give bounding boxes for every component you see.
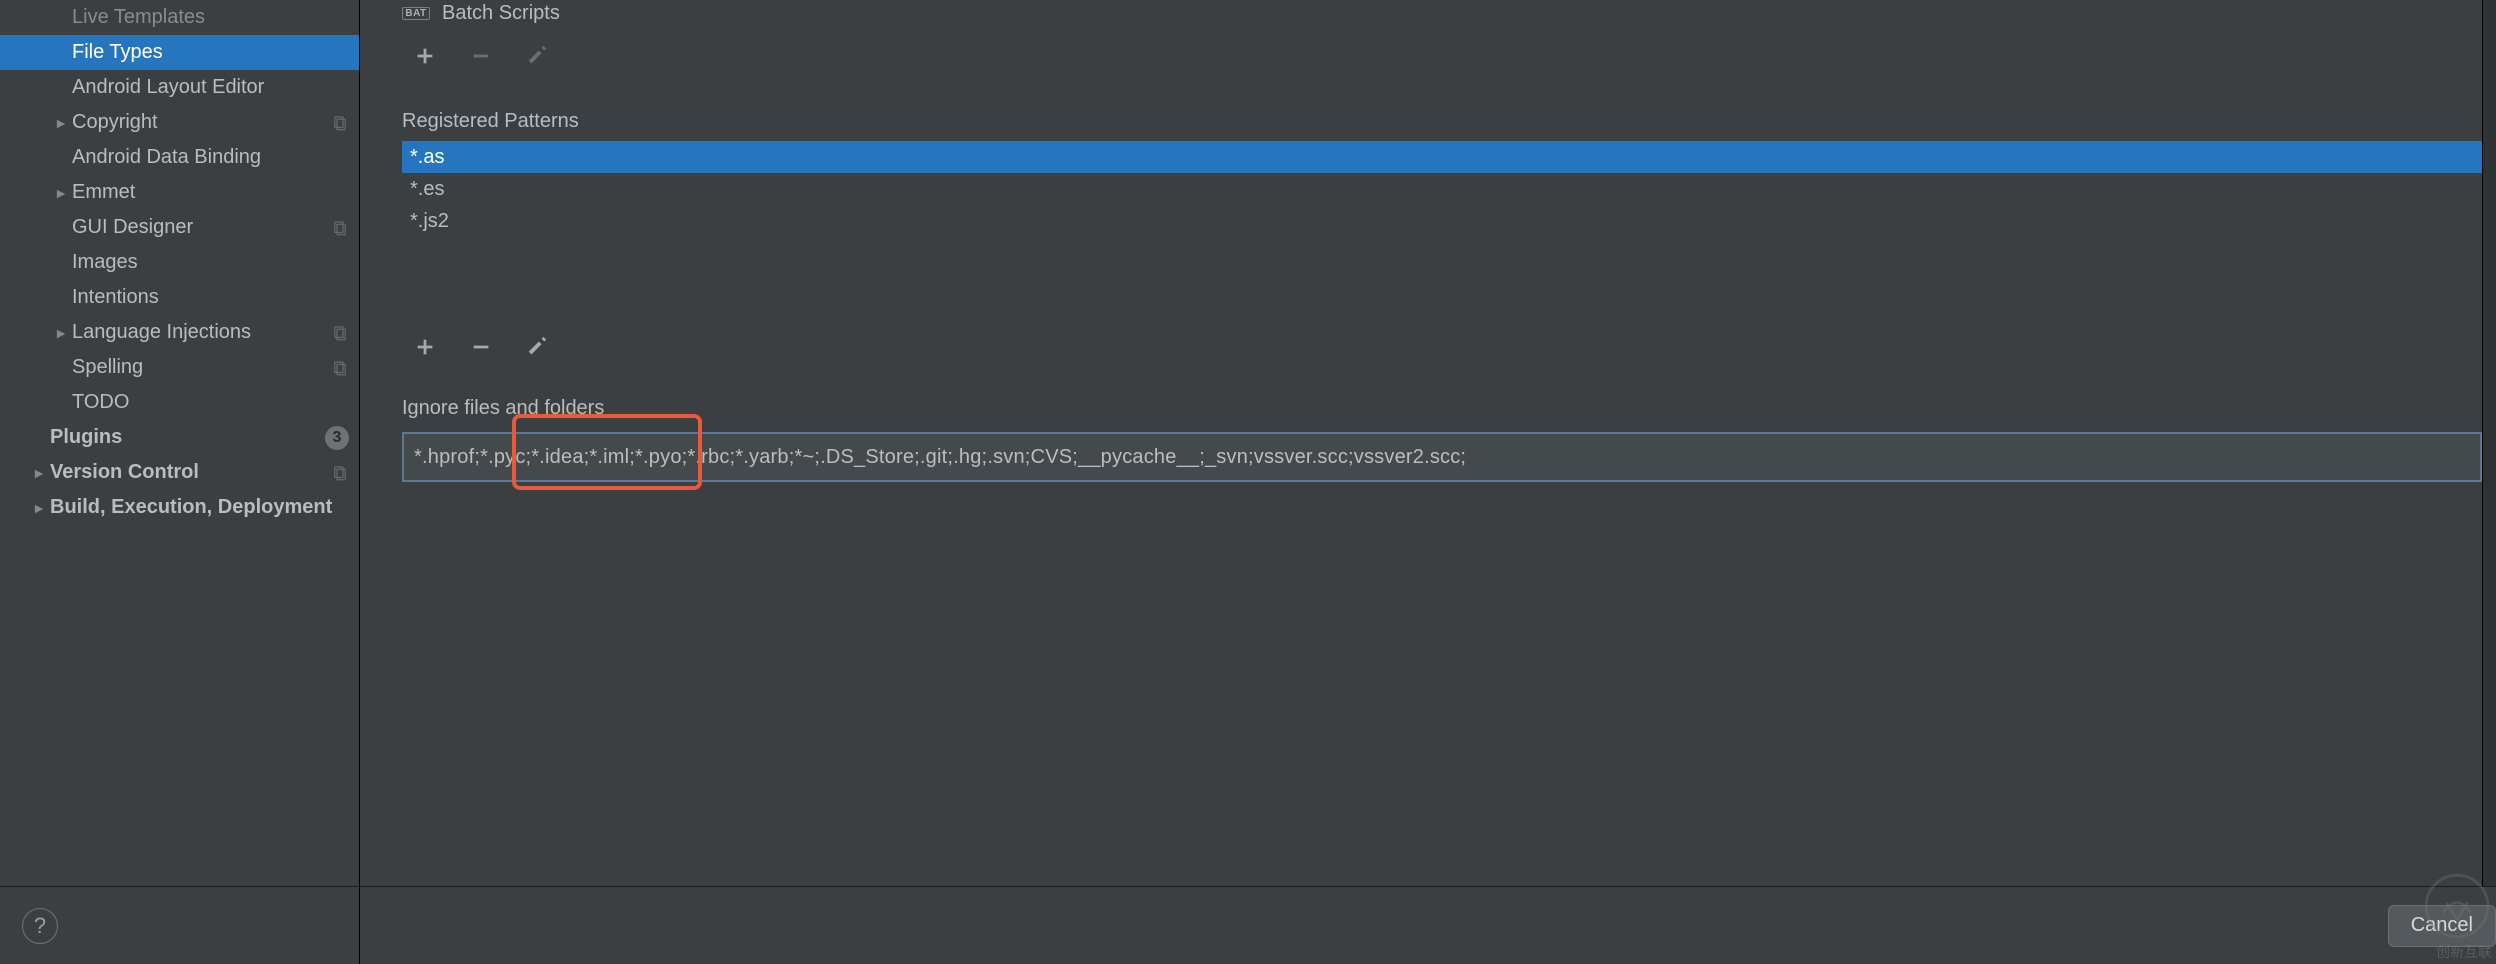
sidebar-item-label: Android Data Binding [72, 146, 349, 169]
project-scope-icon [331, 324, 349, 342]
ignore-files-label: Ignore files and folders [402, 397, 2482, 420]
sidebar-item-language-injections[interactable]: ► Language Injections [0, 315, 359, 350]
dialog-footer: Cancel [360, 886, 2496, 964]
sidebar-item-label: Version Control [50, 461, 325, 484]
add-file-type-button[interactable] [408, 39, 442, 73]
project-scope-icon [331, 114, 349, 132]
patterns-toolbar [402, 321, 2482, 373]
ignore-input-container [402, 432, 2482, 482]
sidebar-item-label: Android Layout Editor [72, 76, 349, 99]
recognized-file-type-row[interactable]: BAT Batch Scripts [402, 0, 2482, 30]
chevron-right-icon: ► [50, 325, 72, 341]
sidebar-item-version-control[interactable]: ► Version Control [0, 455, 359, 490]
add-pattern-button[interactable] [408, 330, 442, 364]
sidebar-item-spelling[interactable]: Spelling [0, 350, 359, 385]
sidebar-item-file-types[interactable]: File Types [0, 35, 359, 70]
sidebar-item-label: Build, Execution, Deployment [50, 496, 349, 519]
sidebar-item-label: Intentions [72, 286, 349, 309]
ignore-section: Ignore files and folders [402, 393, 2482, 482]
sidebar-item-android-data-binding[interactable]: Android Data Binding [0, 140, 359, 175]
sidebar-footer: ? [0, 886, 359, 964]
settings-tree: Live Templates File Types Android Layout… [0, 0, 359, 886]
sidebar-item-label: Images [72, 251, 349, 274]
sidebar-item-live-templates[interactable]: Live Templates [0, 0, 359, 35]
sidebar-item-build-execution-deployment[interactable]: ► Build, Execution, Deployment [0, 490, 359, 525]
sidebar-item-gui-designer[interactable]: GUI Designer [0, 210, 359, 245]
help-icon: ? [34, 913, 46, 939]
sidebar-item-todo[interactable]: TODO [0, 385, 359, 420]
edit-pattern-button[interactable] [520, 330, 554, 364]
sidebar-item-label: Spelling [72, 356, 325, 379]
sidebar-item-emmet[interactable]: ► Emmet [0, 175, 359, 210]
main-scrollbar[interactable] [2482, 0, 2496, 886]
settings-main: BAT Batch Scripts Registered P [360, 0, 2496, 964]
chevron-right-icon: ► [28, 500, 50, 516]
sidebar-item-label: GUI Designer [72, 216, 325, 239]
sidebar-item-images[interactable]: Images [0, 245, 359, 280]
pattern-row[interactable]: *.as [402, 141, 2482, 173]
watermark-icon [2422, 871, 2492, 946]
pattern-text: *.as [410, 146, 444, 169]
project-scope-icon [331, 464, 349, 482]
sidebar-item-label: Copyright [72, 111, 325, 134]
sidebar-item-plugins[interactable]: Plugins 3 [0, 420, 359, 455]
remove-pattern-button[interactable] [464, 330, 498, 364]
pattern-row[interactable]: *.js2 [402, 205, 2482, 237]
update-count-badge: 3 [325, 426, 349, 450]
help-button[interactable]: ? [22, 908, 58, 944]
sidebar-item-android-layout-editor[interactable]: Android Layout Editor [0, 70, 359, 105]
watermark-text: 创新互联 [2436, 942, 2492, 962]
bat-file-icon: BAT [402, 3, 430, 23]
sidebar-item-label: Live Templates [72, 6, 349, 29]
pattern-text: *.es [410, 178, 444, 201]
sidebar-item-intentions[interactable]: Intentions [0, 280, 359, 315]
sidebar-item-label: Plugins [50, 426, 317, 449]
chevron-right-icon: ► [50, 115, 72, 131]
project-scope-icon [331, 219, 349, 237]
registered-patterns-label: Registered Patterns [402, 110, 2482, 133]
settings-sidebar: Live Templates File Types Android Layout… [0, 0, 360, 964]
sidebar-item-label: TODO [72, 391, 349, 414]
edit-file-type-button[interactable] [520, 39, 554, 73]
chevron-right-icon: ► [50, 185, 72, 201]
recognized-types-toolbar [402, 30, 2482, 82]
registered-patterns-list[interactable]: *.as *.es *.js2 [402, 141, 2482, 321]
pattern-text: *.js2 [410, 210, 449, 233]
project-scope-icon [331, 359, 349, 377]
pattern-row[interactable]: *.es [402, 173, 2482, 205]
sidebar-item-label: File Types [72, 41, 349, 64]
recognized-file-type-label: Batch Scripts [442, 2, 560, 25]
remove-file-type-button[interactable] [464, 39, 498, 73]
ignore-files-input[interactable] [414, 446, 2470, 469]
sidebar-item-label: Emmet [72, 181, 349, 204]
sidebar-item-label: Language Injections [72, 321, 325, 344]
sidebar-item-copyright[interactable]: ► Copyright [0, 105, 359, 140]
chevron-right-icon: ► [28, 465, 50, 481]
